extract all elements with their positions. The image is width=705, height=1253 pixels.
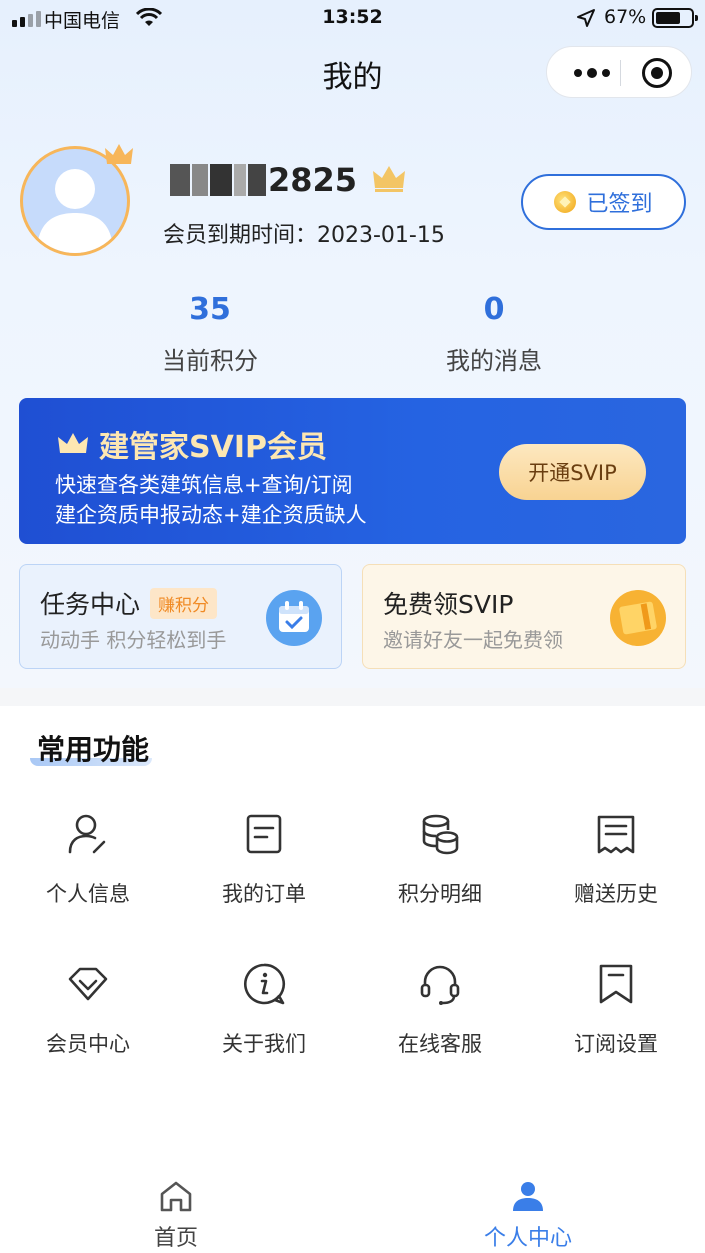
func-my-orders[interactable]: 我的订单: [176, 812, 352, 922]
func-points-detail[interactable]: 积分明细: [352, 812, 528, 922]
free-svip-subtitle: 邀请好友一起免费领: [383, 628, 563, 652]
home-icon: [160, 1181, 192, 1212]
svip-description: 快速查各类建筑信息+查询/订阅 建企资质申报动态+建企资质缺人: [55, 470, 367, 530]
earn-points-badge: 赚积分: [150, 587, 218, 619]
func-label: 会员中心: [46, 1032, 130, 1056]
messages-value: 0: [483, 292, 505, 327]
func-subscription-settings[interactable]: 订阅设置: [528, 962, 704, 1072]
points-label: 当前积分: [162, 347, 258, 375]
tab-home[interactable]: 首页: [76, 1180, 276, 1252]
func-label: 个人信息: [46, 882, 130, 906]
func-label: 订阅设置: [574, 1032, 658, 1056]
capsule-divider: [620, 60, 621, 86]
avatar-crown-icon: [104, 142, 134, 172]
tab-home-label: 首页: [153, 1226, 198, 1251]
more-icon[interactable]: [567, 47, 617, 99]
section-divider: [0, 688, 705, 706]
func-member-center[interactable]: 会员中心: [0, 962, 176, 1072]
status-bar: 中国电信 13:52 67%: [0, 0, 705, 36]
func-label: 关于我们: [222, 1032, 306, 1056]
vip-ticket-icon: [609, 589, 667, 651]
svip-title: 建管家SVIP会员: [57, 422, 327, 466]
svip-banner[interactable]: 建管家SVIP会员 快速查各类建筑信息+查询/订阅 建企资质申报动态+建企资质缺…: [19, 398, 686, 544]
func-label: 我的订单: [222, 882, 306, 906]
tab-personal-center-label: 个人中心: [483, 1226, 572, 1251]
free-svip-card[interactable]: 免费领SVIP 邀请好友一起免费领: [362, 564, 686, 669]
headset-icon: [420, 965, 460, 1005]
task-center-subtitle: 动动手 积分轻松到手: [40, 628, 227, 652]
messages-stat[interactable]: 0 我的消息: [394, 292, 594, 376]
bookmark-icon: [599, 964, 633, 1004]
battery-icon: [652, 8, 698, 28]
func-label: 积分明细: [398, 882, 482, 906]
task-center-card[interactable]: 任务中心 赚积分 动动手 积分轻松到手: [19, 564, 342, 669]
username-redacted: [170, 164, 266, 196]
svip-title-text: 建管家SVIP会员: [99, 430, 327, 465]
points-stat[interactable]: 35 当前积分: [110, 292, 310, 376]
free-svip-title: 免费领SVIP: [383, 590, 514, 619]
svip-crown-icon: [58, 433, 88, 453]
vip-crown-icon: [371, 163, 407, 197]
func-personal-info[interactable]: 个人信息: [0, 812, 176, 922]
diamond-icon: [68, 967, 108, 1001]
func-gift-history[interactable]: 赠送历史: [528, 812, 704, 922]
person-icon: [513, 1182, 543, 1211]
battery-percent: 67%: [604, 6, 647, 28]
info-icon: [243, 963, 286, 1005]
order-icon: [246, 814, 282, 854]
checkin-button[interactable]: 已签到: [521, 174, 686, 230]
checkin-label: 已签到: [586, 192, 653, 217]
membership-expiry: 会员到期时间：2023-01-15: [163, 223, 445, 248]
func-online-service[interactable]: 在线客服: [352, 962, 528, 1072]
messages-label: 我的消息: [446, 347, 542, 375]
calendar-check-icon: [265, 589, 323, 651]
close-program-icon[interactable]: [642, 58, 672, 88]
username: 2825: [170, 160, 407, 200]
section-title: 常用功能: [37, 733, 150, 766]
func-label: 赠送历史: [574, 882, 658, 906]
coin-icon: [554, 191, 577, 213]
mini-program-capsule: [546, 46, 692, 98]
func-label: 在线客服: [398, 1032, 482, 1056]
open-svip-button[interactable]: 开通SVIP: [499, 444, 646, 500]
func-about-us[interactable]: 关于我们: [176, 962, 352, 1072]
task-center-title: 任务中心: [40, 590, 141, 619]
coins-stack-icon: [422, 814, 459, 855]
username-text: 2825: [268, 161, 358, 199]
svip-desc-line1: 快速查各类建筑信息+查询/订阅: [55, 473, 353, 497]
svip-desc-line2: 建企资质申报动态+建企资质缺人: [55, 503, 367, 527]
receipt-icon: [597, 815, 635, 854]
points-value: 35: [189, 292, 231, 327]
clock: 13:52: [322, 6, 383, 28]
user-icon: [68, 814, 106, 854]
location-arrow-icon: [576, 8, 596, 33]
tab-personal-center[interactable]: 个人中心: [428, 1180, 628, 1252]
